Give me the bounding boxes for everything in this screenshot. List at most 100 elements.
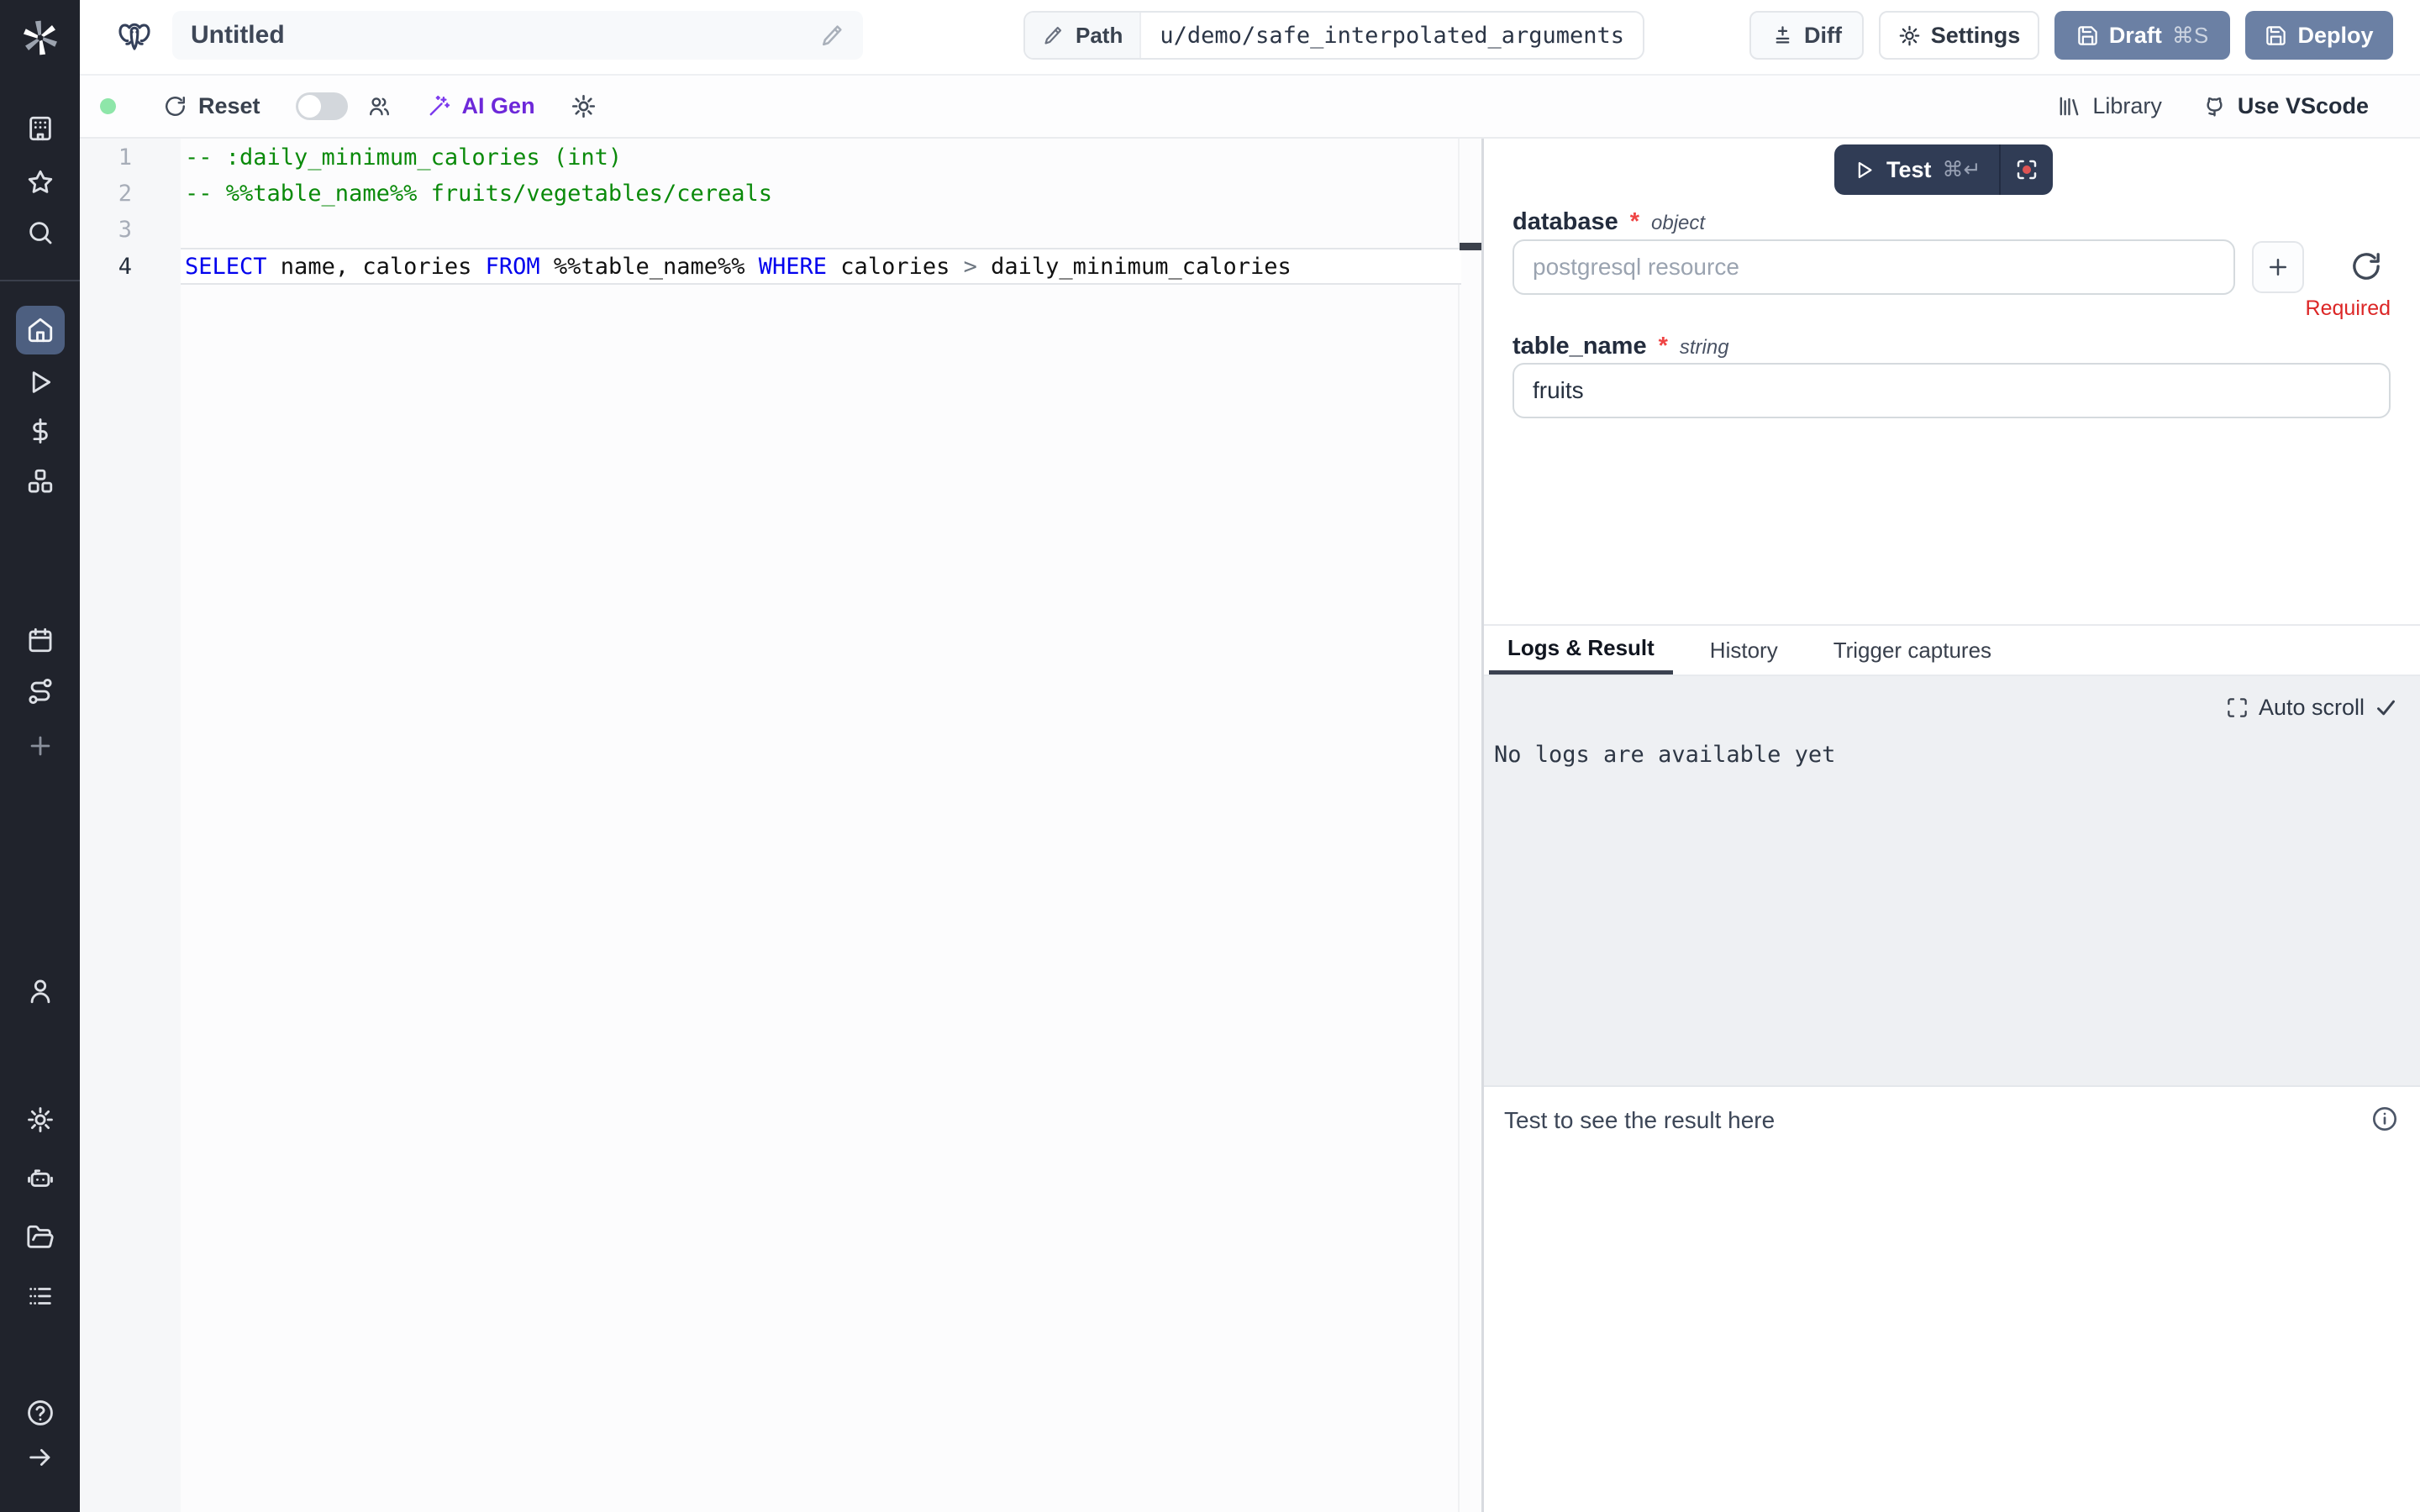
draft-label: Draft [2109, 23, 2162, 49]
help-icon[interactable] [26, 1399, 55, 1427]
check-icon [2375, 696, 2397, 719]
dollar-icon[interactable] [26, 417, 55, 445]
sql-comment: -- %%table_name%% fruits/vegetables/cere… [185, 181, 772, 207]
result-placeholder: Test to see the result here [1504, 1107, 1775, 1134]
path-group[interactable]: Path u/demo/safe_interpolated_arguments [1023, 11, 1644, 60]
code-line-3[interactable]: 3 [80, 212, 1481, 248]
sql-keyword: FROM [486, 254, 540, 280]
robot-icon[interactable] [26, 1164, 55, 1193]
gear-icon[interactable] [26, 1105, 55, 1134]
users-icon[interactable] [367, 94, 392, 118]
refresh-resource-icon[interactable] [2349, 249, 2383, 283]
required-asterisk: * [1630, 208, 1639, 236]
sql-statement: SELECT name, calories FROM %%table_name%… [185, 254, 1292, 280]
tab-label: History [1710, 638, 1778, 664]
sql-keyword: SELECT [185, 254, 267, 280]
diff-label: Diff [1804, 23, 1842, 49]
toggle-knob [298, 95, 321, 118]
star-icon[interactable] [26, 168, 55, 197]
sql-table: %%table_name%% [540, 254, 759, 280]
play-icon [1853, 159, 1876, 181]
sidebar-item-home[interactable] [16, 306, 65, 354]
result-tabs: Logs & Result History Trigger captures [1484, 624, 2420, 676]
editor-settings-gear-icon[interactable] [571, 93, 597, 119]
edit-path-pencil-icon[interactable] [1042, 24, 1064, 46]
library-icon [2057, 94, 2081, 118]
sidebar-divider [0, 280, 80, 281]
tab-trigger-captures[interactable]: Trigger captures [1815, 626, 2010, 675]
collaboration-toggle[interactable] [296, 92, 348, 120]
building-icon[interactable] [26, 114, 55, 143]
code-line-4[interactable]: 4 SELECT name, calories FROM %%table_nam… [80, 249, 1481, 285]
test-button[interactable]: Test ⌘↵ [1834, 144, 1999, 195]
result-pane: Test to see the result here [1484, 1085, 2420, 1512]
plus-icon [2265, 255, 2291, 280]
add-resource-button[interactable] [2252, 241, 2304, 293]
autoscroll-label: Auto scroll [2259, 695, 2365, 721]
editor-scroll-gutter [1458, 139, 1460, 1512]
deploy-button[interactable]: Deploy [2245, 11, 2393, 60]
save-icon [2265, 24, 2287, 47]
save-icon [2076, 24, 2099, 47]
play-icon[interactable] [26, 368, 55, 396]
diff-button[interactable]: Diff [1749, 11, 1864, 60]
use-vscode-button[interactable]: Use VScode [2202, 93, 2369, 119]
plus-icon[interactable] [26, 732, 55, 760]
magic-wand-icon [427, 94, 451, 118]
field-name: database [1512, 208, 1618, 236]
test-button-group: Test ⌘↵ [1834, 144, 2053, 195]
windmill-logo-icon[interactable] [22, 19, 59, 56]
search-icon[interactable] [26, 218, 55, 247]
draft-shortcut: ⌘S [2172, 23, 2208, 49]
tab-logs-result[interactable]: Logs & Result [1489, 626, 1673, 675]
line-number-gutter [80, 139, 181, 1512]
tab-history[interactable]: History [1691, 626, 1797, 675]
settings-label: Settings [1931, 23, 2021, 49]
folder-open-icon[interactable] [26, 1223, 55, 1252]
field-name: table_name [1512, 333, 1647, 360]
top-bar: Untitled Path u/demo/safe_interpolated_a… [80, 0, 2420, 76]
arrow-right-icon[interactable] [26, 1443, 55, 1472]
list-icon[interactable] [26, 1282, 55, 1310]
editor-toolbar: Reset AI Gen Library Use VScode [80, 76, 2420, 139]
deploy-label: Deploy [2297, 23, 2373, 49]
user-icon[interactable] [26, 977, 55, 1005]
field-label-table-name: table_name* string [1512, 333, 1729, 360]
required-asterisk: * [1659, 333, 1668, 360]
boxes-icon[interactable] [26, 467, 55, 496]
script-title-box[interactable]: Untitled [172, 11, 863, 60]
sql-operator: > [964, 254, 977, 280]
code-editor[interactable]: 1 -- :daily_minimum_calories (int) 2 -- … [80, 139, 1481, 1512]
line-number: 1 [80, 144, 132, 171]
reset-button[interactable]: Reset [163, 93, 260, 119]
sql-rhs: daily_minimum_calories [977, 254, 1292, 280]
sql-comment: -- :daily_minimum_calories (int) [185, 144, 622, 171]
code-line-2[interactable]: 2 -- %%table_name%% fruits/vegetables/ce… [80, 176, 1481, 212]
calendar-icon[interactable] [26, 626, 55, 654]
use-vscode-label: Use VScode [2238, 93, 2369, 119]
field-type: object [1651, 212, 1705, 235]
refresh-icon [163, 94, 187, 118]
line-number: 2 [80, 181, 132, 207]
library-button[interactable]: Library [2057, 93, 2162, 119]
sql-lhs: calories [827, 254, 964, 280]
database-input[interactable] [1512, 239, 2235, 295]
edit-title-pencil-icon[interactable] [819, 23, 844, 48]
info-icon[interactable] [2371, 1105, 2398, 1132]
draft-button[interactable]: Draft ⌘S [2054, 11, 2230, 60]
settings-button[interactable]: Settings [1879, 11, 2039, 60]
ai-gen-button[interactable]: AI Gen [427, 93, 535, 119]
code-line-1[interactable]: 1 -- :daily_minimum_calories (int) [80, 139, 1481, 176]
settings-gear-icon [1898, 24, 1921, 47]
table-name-input[interactable] [1512, 363, 2391, 418]
path-value[interactable]: u/demo/safe_interpolated_arguments [1141, 13, 1643, 58]
path-label: Path [1076, 23, 1123, 49]
maximize-icon[interactable] [2226, 696, 2249, 719]
library-label: Library [2092, 93, 2162, 119]
reset-label: Reset [198, 93, 260, 119]
autoscroll-control[interactable]: Auto scroll [2226, 695, 2397, 721]
postgresql-icon [115, 18, 154, 56]
capture-button[interactable] [2001, 144, 2053, 195]
ai-gen-label: AI Gen [462, 93, 535, 119]
route-icon[interactable] [26, 677, 55, 706]
